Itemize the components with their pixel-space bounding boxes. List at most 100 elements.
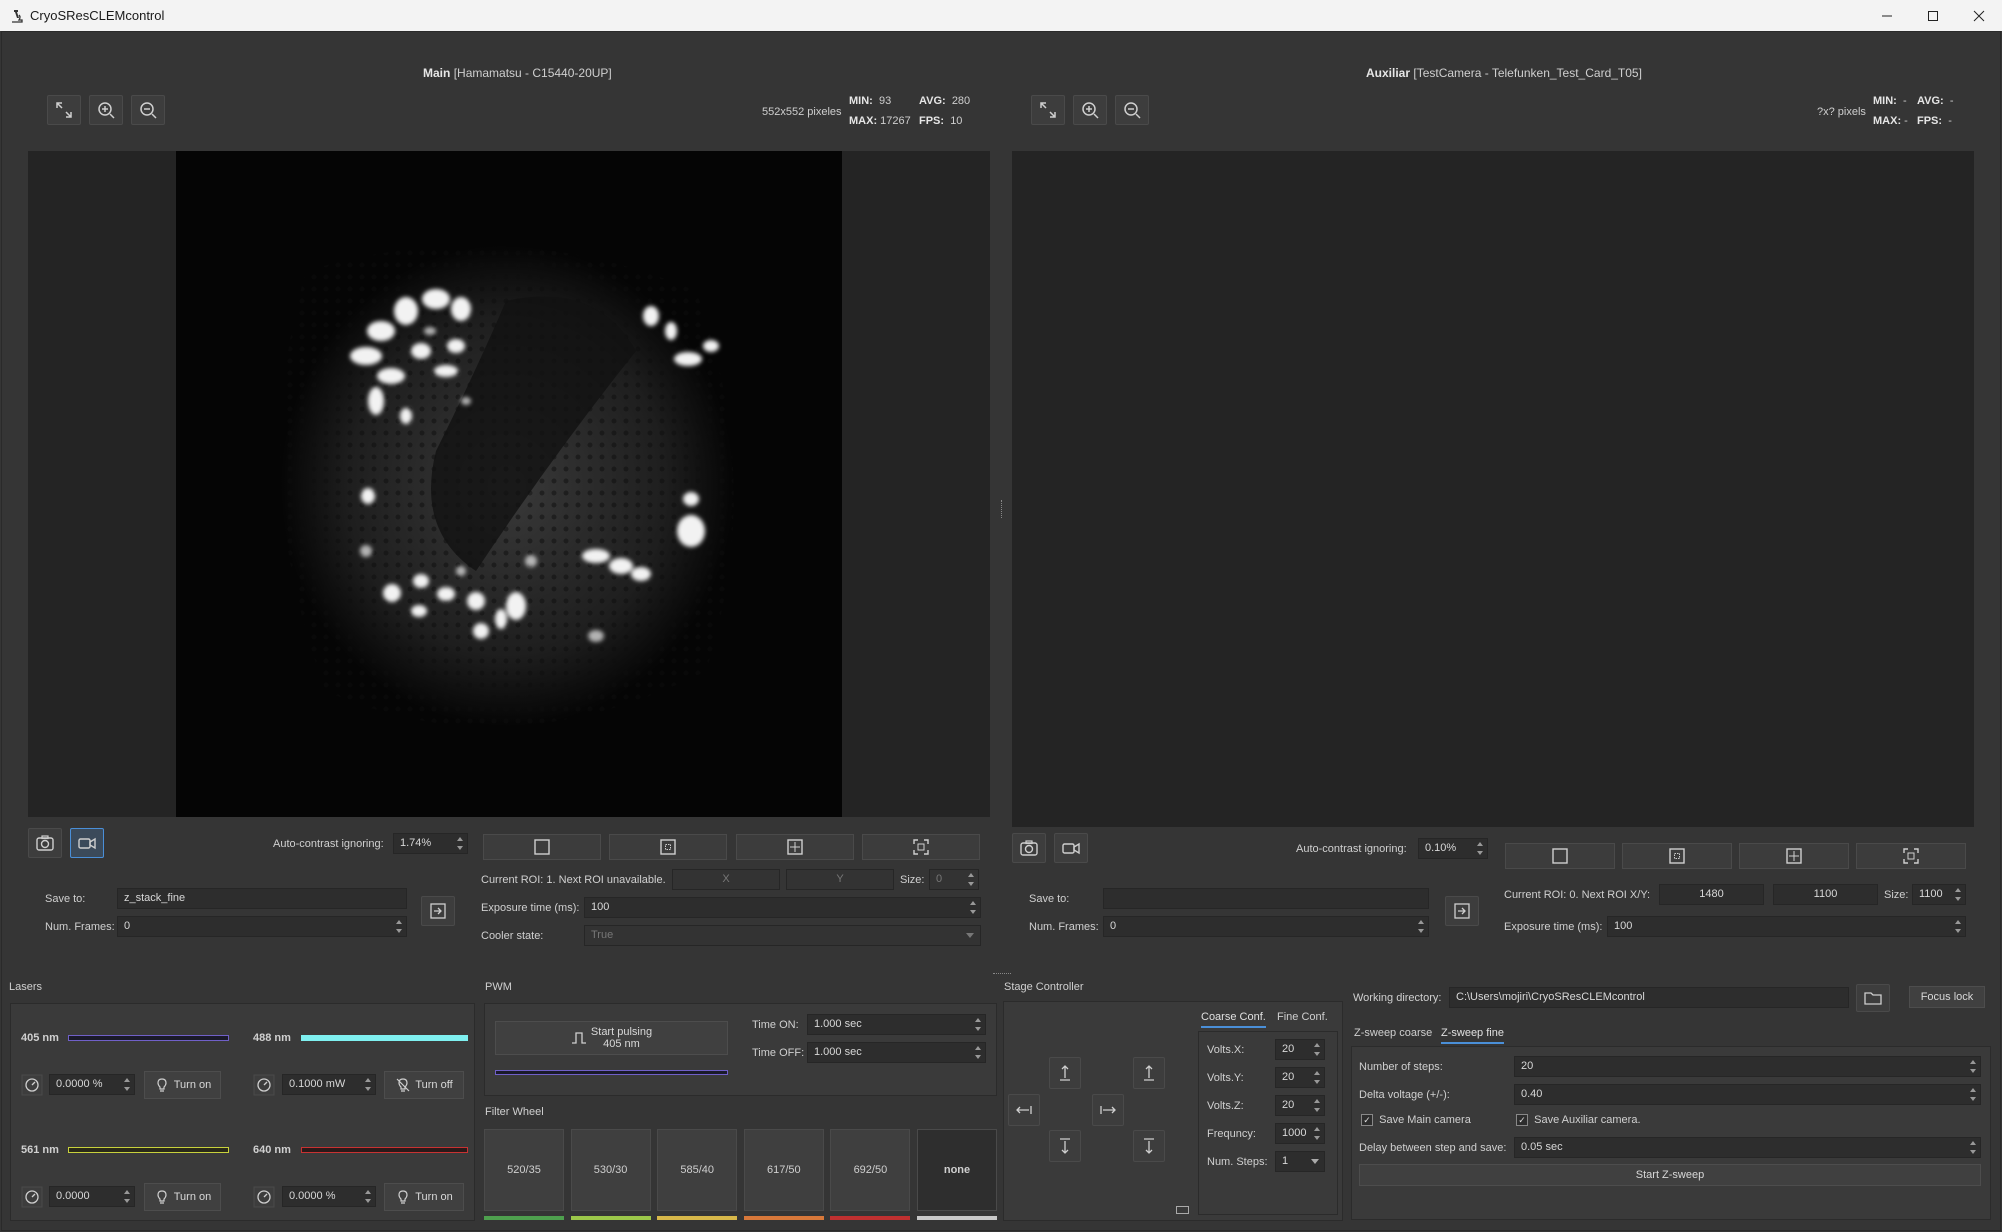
zsweep-delay-input[interactable]: 0.05 sec (1514, 1137, 1981, 1158)
aux-roi-select-button[interactable] (1739, 843, 1849, 869)
aux-camera-viewer[interactable] (1012, 151, 1974, 827)
volts-z-input[interactable]: 20 (1275, 1095, 1325, 1116)
main-roi-x-input[interactable]: X (672, 869, 780, 890)
fluorescence-image (176, 151, 842, 817)
main-zoom-out-button[interactable] (131, 95, 165, 125)
main-exposure-input[interactable]: 100 (584, 897, 981, 918)
aux-live-video-button[interactable] (1054, 833, 1088, 863)
main-roi-full-button[interactable] (483, 834, 601, 860)
aux-record-button[interactable] (1445, 896, 1479, 926)
aux-fit-view-button[interactable] (1031, 95, 1065, 125)
laser-640-gauge-icon[interactable] (253, 1186, 275, 1208)
horizontal-splitter-handle[interactable] (993, 973, 1011, 976)
laser-561-gauge-icon[interactable] (21, 1186, 43, 1208)
pulse-icon (571, 1032, 586, 1044)
laser-561-power-input[interactable]: 0.0000 (49, 1186, 135, 1207)
aux-auto-contrast-input[interactable]: 0.10% (1418, 838, 1488, 859)
save-aux-camera-checkbox[interactable]: ✓ Save Auxiliar camera. (1516, 1114, 1641, 1127)
main-save-to-input[interactable]: z_stack_fine (117, 888, 407, 909)
close-button[interactable] (1956, 0, 2002, 31)
laser-405-toggle-button[interactable]: Turn on (144, 1071, 221, 1099)
volts-x-input[interactable]: 20 (1275, 1039, 1325, 1060)
tab-coarse-conf[interactable]: Coarse Conf. (1201, 1011, 1266, 1028)
laser-640-power-input[interactable]: 0.0000 % (282, 1186, 376, 1207)
aux-roi-x-input[interactable]: 1480 (1659, 884, 1764, 905)
aux-save-to-input[interactable] (1103, 888, 1429, 909)
aux-pixel-size: ?x? pixels (1817, 106, 1866, 118)
aux-zoom-out-button[interactable] (1115, 95, 1149, 125)
aux-roi-center-button[interactable] (1622, 843, 1732, 869)
laser-561-toggle-button[interactable]: Turn on (144, 1183, 221, 1211)
zsweep-steps-input[interactable]: 20 (1514, 1056, 1981, 1077)
filter-button-692-50[interactable]: 692/50 (830, 1129, 911, 1211)
aux-roi-expand-button[interactable] (1856, 843, 1966, 869)
filter-button-520-35[interactable]: 520/35 (484, 1129, 564, 1211)
main-snapshot-button[interactable] (28, 828, 62, 858)
tab-zsweep-coarse[interactable]: Z-sweep coarse (1354, 1027, 1432, 1042)
frequency-input[interactable]: 1000 (1275, 1123, 1325, 1144)
maximize-button[interactable] (1910, 0, 1956, 31)
workdir-input[interactable]: C:\Users\mojiri\CryoSResCLEMcontrol (1449, 987, 1849, 1008)
aux-roi-full-button[interactable] (1505, 843, 1615, 869)
main-cooler-label: Cooler state: (481, 930, 544, 942)
stage-z-up-button[interactable] (1133, 1057, 1165, 1089)
stage-collapse-icon[interactable] (1176, 1206, 1189, 1214)
main-cooler-select[interactable]: True (584, 925, 981, 946)
volts-y-input[interactable]: 20 (1275, 1067, 1325, 1088)
aux-zoom-in-button[interactable] (1073, 95, 1107, 125)
stage-z-down-button[interactable] (1133, 1130, 1165, 1162)
pwm-title: PWM (485, 981, 512, 993)
main-camera-viewer[interactable] (28, 151, 990, 817)
main-num-frames-input[interactable]: 0 (117, 916, 407, 937)
laser-488-power-input[interactable]: 0.1000 mW (282, 1074, 376, 1095)
main-roi-select-button[interactable] (736, 834, 854, 860)
laser-488-toggle-button[interactable]: Turn off (384, 1071, 464, 1099)
laser-640-toggle-button[interactable]: Turn on (384, 1183, 464, 1211)
vertical-splitter-handle[interactable] (1001, 500, 1004, 518)
main-live-video-button[interactable] (70, 828, 104, 858)
check-icon: ✓ (1361, 1114, 1373, 1127)
main-roi-size-input[interactable]: 0 (929, 869, 979, 890)
main-roi-center-button[interactable] (609, 834, 727, 860)
laser-405-power-input[interactable]: 0.0000 % (49, 1074, 135, 1095)
laser-405-gauge-icon[interactable] (21, 1074, 43, 1096)
stage-y-down-button[interactable] (1049, 1130, 1081, 1162)
num-steps-label: Num. Steps: (1207, 1156, 1268, 1168)
tab-fine-conf[interactable]: Fine Conf. (1277, 1011, 1328, 1026)
pwm-time-on-input[interactable]: 1.000 sec (807, 1014, 986, 1035)
main-record-button[interactable] (421, 896, 455, 926)
minimize-button[interactable] (1864, 0, 1910, 31)
filter-button-530-30[interactable]: 530/30 (570, 1129, 651, 1211)
aux-exposure-input[interactable]: 100 (1607, 916, 1966, 937)
aux-num-frames-input[interactable]: 0 (1103, 916, 1429, 937)
window-title: CryoSResCLEMcontrol (30, 8, 165, 23)
main-roi-y-input[interactable]: Y (786, 869, 894, 890)
start-zsweep-button[interactable]: Start Z-sweep (1359, 1164, 1981, 1186)
main-roi-expand-button[interactable] (862, 834, 980, 860)
browse-folder-button[interactable] (1856, 984, 1890, 1012)
stage-x-right-button[interactable] (1092, 1094, 1124, 1126)
zsweep-delta-input[interactable]: 0.40 (1514, 1084, 1981, 1105)
volts-y-label: Volts.Y: (1207, 1072, 1244, 1084)
filter-button-617-50[interactable]: 617/50 (743, 1129, 824, 1211)
pwm-time-off-input[interactable]: 1.000 sec (807, 1042, 986, 1063)
aux-roi-size-input[interactable]: 1100 (1912, 884, 1966, 905)
filter-button-none[interactable]: none (917, 1129, 997, 1211)
save-main-camera-checkbox[interactable]: ✓ Save Main camera (1361, 1114, 1471, 1127)
main-auto-contrast-input[interactable]: 1.74% (393, 833, 468, 854)
aux-snapshot-button[interactable] (1012, 833, 1046, 863)
stage-y-up-button[interactable] (1049, 1057, 1081, 1089)
filter-button-585-40[interactable]: 585/40 (657, 1129, 738, 1211)
main-pixel-size: 552x552 pixeles (762, 106, 842, 118)
main-zoom-in-button[interactable] (89, 95, 123, 125)
tab-zsweep-fine[interactable]: Z-sweep fine (1441, 1027, 1504, 1044)
pwm-start-button[interactable]: Start pulsing 405 nm (495, 1021, 728, 1055)
focus-lock-button[interactable]: Focus lock (1909, 986, 1985, 1008)
stage-x-left-button[interactable] (1008, 1094, 1040, 1126)
aux-roi-y-input[interactable]: 1100 (1773, 884, 1878, 905)
main-fit-view-button[interactable] (47, 95, 81, 125)
main-exposure-label: Exposure time (ms): (481, 902, 580, 914)
laser-488-gauge-icon[interactable] (253, 1074, 275, 1096)
num-steps-select[interactable]: 1 (1275, 1151, 1325, 1172)
aux-avg-stat: AVG: - (1917, 95, 1954, 107)
